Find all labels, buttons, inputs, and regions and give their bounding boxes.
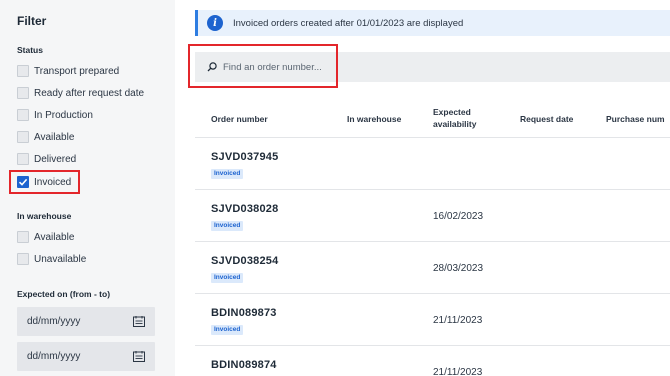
info-banner: i Invoiced orders created after 01/01/20… [195, 10, 670, 36]
status-badge: Invoiced [211, 273, 244, 283]
order-number[interactable]: BDIN089874 [211, 359, 277, 371]
status-transport-prepared[interactable]: Transport prepared [17, 63, 119, 79]
expected-section-title: Expected on (from - to) [17, 289, 111, 299]
date-to-input[interactable]: dd/mm/yyyy [17, 342, 155, 371]
checkbox-label: In Production [34, 109, 93, 121]
order-number[interactable]: SJVD037945 [211, 151, 278, 163]
row-divider [195, 241, 670, 242]
status-delivered[interactable]: Delivered [17, 151, 76, 167]
calendar-icon[interactable] [133, 316, 145, 327]
header-divider [195, 137, 670, 138]
date-to-placeholder: dd/mm/yyyy [27, 351, 81, 362]
checkbox-label: Unavailable [34, 253, 87, 265]
checkbox-label: Transport prepared [34, 65, 120, 77]
checkbox[interactable] [17, 65, 29, 77]
checkbox[interactable] [17, 131, 29, 143]
checkbox[interactable] [17, 109, 29, 121]
main-content: i Invoiced orders created after 01/01/20… [175, 0, 670, 376]
expected-availability: 21/11/2023 [433, 367, 483, 376]
expected-availability: 16/02/2023 [433, 211, 484, 222]
checkbox[interactable] [17, 153, 29, 165]
status-in-production[interactable]: In Production [17, 107, 93, 123]
expected-availability: 28/03/2023 [433, 263, 484, 274]
checkbox-label: Delivered [34, 153, 77, 165]
column-header-request-date[interactable]: Request date [520, 113, 573, 125]
warehouse-available[interactable]: Available [17, 229, 74, 245]
warehouse-unavailable[interactable]: Unavailable [17, 251, 86, 267]
checkbox-label: Available [34, 231, 75, 243]
order-number[interactable]: SJVD038254 [211, 255, 278, 267]
date-from-input[interactable]: dd/mm/yyyy [17, 307, 155, 336]
banner-text: Invoiced orders created after 01/01/2023… [233, 17, 464, 29]
column-header-order-number[interactable]: Order number [211, 113, 268, 125]
info-icon: i [207, 15, 223, 31]
filter-title: Filter [17, 14, 47, 28]
order-number[interactable]: SJVD038028 [211, 203, 278, 215]
status-section-title: Status [17, 45, 43, 55]
row-divider [195, 189, 670, 190]
date-from-placeholder: dd/mm/yyyy [27, 316, 81, 327]
status-available[interactable]: Available [17, 129, 74, 145]
column-header-expected-availability[interactable]: Expected availability [433, 106, 493, 130]
order-number[interactable]: BDIN089873 [211, 307, 277, 319]
row-divider [195, 293, 670, 294]
highlight-box [9, 170, 80, 194]
checkbox-label: Ready after request date [34, 87, 145, 99]
checkbox[interactable] [17, 231, 29, 243]
warehouse-section-title: In warehouse [17, 211, 72, 221]
filter-sidebar: Filter Status Transport prepared Ready a… [0, 0, 175, 376]
checkbox-label: Available [34, 131, 75, 143]
row-divider [195, 345, 670, 346]
calendar-icon[interactable] [133, 351, 145, 362]
column-header-in-warehouse[interactable]: In warehouse [347, 113, 401, 125]
checkbox[interactable] [17, 87, 29, 99]
status-badge: Invoiced [211, 325, 244, 335]
status-badge: Invoiced [211, 169, 244, 179]
column-header-purchase-number[interactable]: Purchase num [606, 113, 665, 125]
checkbox[interactable] [17, 253, 29, 265]
expected-availability: 21/11/2023 [433, 315, 483, 326]
highlight-box [188, 44, 338, 88]
status-ready-after-request[interactable]: Ready after request date [17, 85, 144, 101]
status-badge: Invoiced [211, 221, 244, 231]
